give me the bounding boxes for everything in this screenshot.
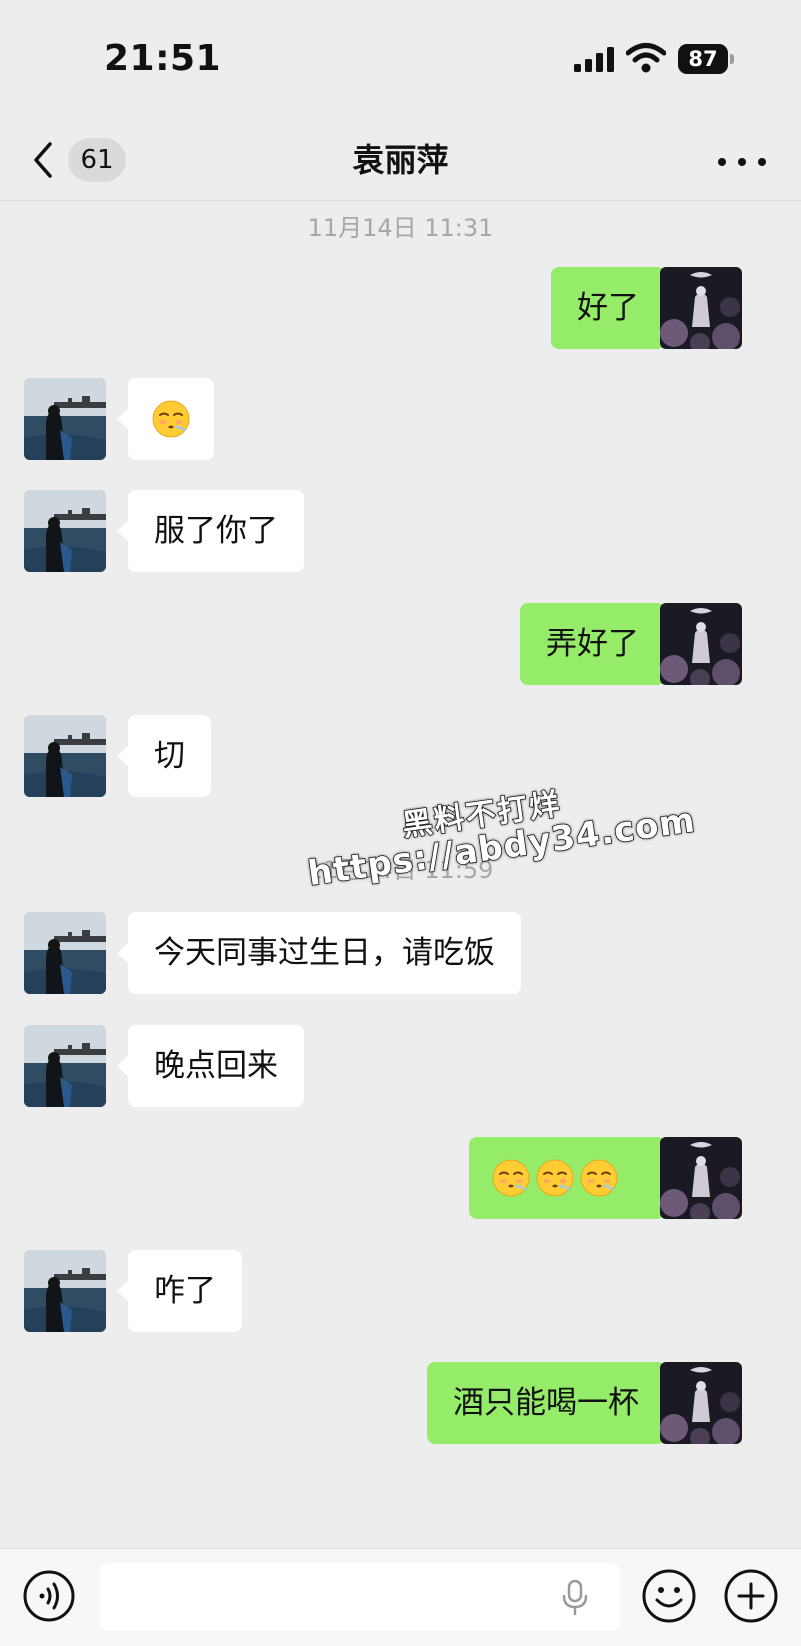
message-bubble-incoming[interactable]: 今天同事过生日，请吃饭 xyxy=(117,912,521,994)
message-input[interactable] xyxy=(100,1563,620,1631)
chevron-left-icon xyxy=(34,142,52,178)
face-exhaling-emoji-icon xyxy=(535,1158,575,1198)
my-avatar[interactable] xyxy=(660,1362,742,1444)
chat-timestamp: 11月14日 11:59 xyxy=(307,856,494,884)
contact-avatar[interactable] xyxy=(24,912,106,994)
contact-avatar[interactable] xyxy=(24,1025,106,1107)
message-bubble-outgoing[interactable]: 弄好了 xyxy=(520,603,676,685)
my-avatar[interactable] xyxy=(660,1137,742,1219)
message-bubble-outgoing[interactable] xyxy=(469,1137,676,1219)
cellular-signal-icon xyxy=(574,47,614,72)
plus-icon[interactable] xyxy=(722,1567,780,1625)
face-exhaling-emoji-icon xyxy=(491,1158,531,1198)
back-button[interactable]: 61 xyxy=(30,134,130,186)
contact-avatar[interactable] xyxy=(24,490,106,572)
unread-count-badge: 61 xyxy=(68,138,126,182)
message-bubble-outgoing[interactable]: 好了 xyxy=(551,267,676,349)
message-bubble-outgoing[interactable]: 酒只能喝一杯 xyxy=(427,1362,676,1444)
contact-avatar[interactable] xyxy=(24,715,106,797)
face-exhaling-emoji-icon xyxy=(579,1158,619,1198)
chat-header: 61 袁丽萍 xyxy=(0,120,801,201)
message-bubble-incoming[interactable]: 切 xyxy=(117,715,211,797)
face-exhaling-emoji-icon xyxy=(151,399,191,439)
chat-timestamp: 11月14日 11:31 xyxy=(307,214,494,242)
battery-cap xyxy=(730,54,734,64)
my-avatar[interactable] xyxy=(660,267,742,349)
status-time: 21:51 xyxy=(104,38,222,79)
message-bubble-incoming[interactable]: 服了你了 xyxy=(117,490,304,572)
more-options-button[interactable] xyxy=(716,140,768,180)
message-bubble-incoming[interactable]: 晚点回来 xyxy=(117,1025,304,1107)
battery-level: 87 xyxy=(678,44,728,74)
message-bubble-incoming[interactable] xyxy=(117,378,214,460)
microphone-icon[interactable] xyxy=(560,1579,590,1617)
wifi-icon xyxy=(626,43,666,73)
contact-avatar[interactable] xyxy=(24,378,106,460)
message-bubble-incoming[interactable]: 咋了 xyxy=(117,1250,242,1332)
contact-avatar[interactable] xyxy=(24,1250,106,1332)
watermark-line-1: 黑料不打烊 xyxy=(399,786,564,844)
my-avatar[interactable] xyxy=(660,603,742,685)
watermark: 黑料不打烊 https://abdy34.com xyxy=(300,762,699,924)
voice-input-icon[interactable] xyxy=(22,1569,76,1623)
message-input-bar xyxy=(0,1548,801,1646)
battery-indicator: 87 xyxy=(678,44,734,74)
status-bar: 21:51 87 xyxy=(0,0,801,120)
emoji-picker-icon[interactable] xyxy=(640,1567,698,1625)
